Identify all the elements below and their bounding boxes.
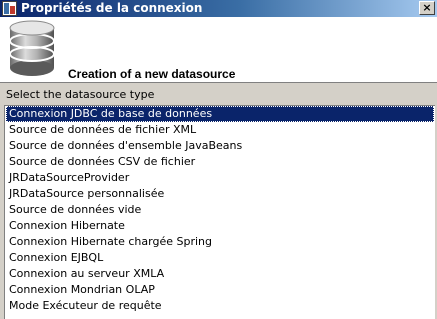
close-button[interactable]: × (419, 1, 435, 15)
header-panel: Creation of a new datasource (0, 17, 437, 83)
list-item[interactable]: JRDataSource personnalisée (6, 186, 434, 202)
list-item[interactable]: Source de données CSV de fichier (6, 154, 434, 170)
app-icon (2, 1, 17, 16)
list-item[interactable]: Connexion au serveur XMLA (6, 266, 434, 282)
close-icon: × (422, 1, 432, 14)
database-icon (9, 20, 55, 76)
page-title: Creation of a new datasource (68, 67, 236, 81)
datasource-type-list[interactable]: Connexion JDBC de base de données Source … (4, 105, 435, 319)
list-item[interactable]: Connexion JDBC de base de données (6, 106, 434, 122)
title-bar: Propriétés de la connexion × (0, 0, 437, 17)
list-item[interactable]: Source de données de fichier XML (6, 122, 434, 138)
list-item[interactable]: Connexion Hibernate (6, 218, 434, 234)
datasource-type-label: Select the datasource type (6, 88, 155, 101)
list-item[interactable]: Connexion Hibernate chargée Spring (6, 234, 434, 250)
list-item[interactable]: JRDataSourceProvider (6, 170, 434, 186)
list-item[interactable]: Source de données d'ensemble JavaBeans (6, 138, 434, 154)
window-title: Propriétés de la connexion (21, 1, 203, 15)
list-item[interactable]: Connexion EJBQL (6, 250, 434, 266)
list-item[interactable]: Source de données vide (6, 202, 434, 218)
list-item[interactable]: Connexion Mondrian OLAP (6, 282, 434, 298)
list-item[interactable]: Mode Exécuteur de requête (6, 298, 434, 314)
